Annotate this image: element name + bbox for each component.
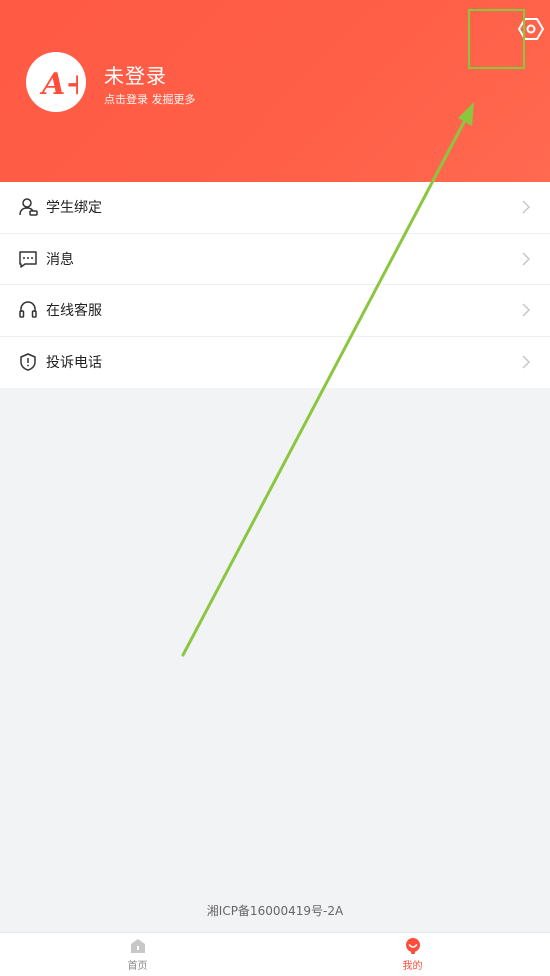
- menu-item-label: 投诉电话: [46, 355, 102, 372]
- chevron-right-icon: [518, 302, 534, 318]
- tab-home[interactable]: 首页: [0, 933, 275, 976]
- chevron-right-icon: [518, 251, 534, 267]
- profile-header[interactable]: A+ 未登录 点击登录 发掘更多: [0, 0, 550, 182]
- menu-item-online-service[interactable]: 在线客服: [0, 285, 550, 337]
- logo-icon: A+: [39, 67, 78, 102]
- menu-item-complaint-phone[interactable]: 投诉电话: [0, 337, 550, 389]
- message-icon: [18, 249, 38, 269]
- tab-label: 首页: [127, 961, 148, 972]
- settings-button[interactable]: [516, 14, 546, 44]
- logo-text: A+: [39, 67, 78, 102]
- profile-icon: [405, 938, 420, 954]
- headset-icon: [18, 300, 38, 320]
- settings-icon: [518, 18, 544, 40]
- login-title[interactable]: 未登录: [104, 60, 167, 89]
- shield-icon: [18, 352, 38, 372]
- login-subtitle[interactable]: 点击登录 发掘更多: [104, 91, 196, 107]
- menu-item-label: 在线客服: [46, 303, 102, 320]
- menu-item-student-binding[interactable]: 学生绑定: [0, 182, 550, 234]
- chevron-right-icon: [518, 199, 534, 215]
- icp-license: 湘ICP备16000419号-2A: [206, 904, 344, 918]
- menu-item-messages[interactable]: 消息: [0, 234, 550, 285]
- user-bind-icon: [18, 197, 38, 217]
- menu-item-label: 学生绑定: [46, 200, 102, 217]
- home-icon: [130, 939, 145, 953]
- tab-label: 我的: [402, 961, 423, 972]
- menu-item-label: 消息: [46, 251, 74, 268]
- tab-mine[interactable]: 我的: [275, 933, 550, 976]
- avatar[interactable]: A+: [26, 52, 86, 112]
- bottom-tab-bar: 首页 我的: [0, 932, 550, 976]
- menu-list: 学生绑定 消息 在线客服 投诉电话: [0, 182, 550, 388]
- chevron-right-icon: [518, 354, 534, 370]
